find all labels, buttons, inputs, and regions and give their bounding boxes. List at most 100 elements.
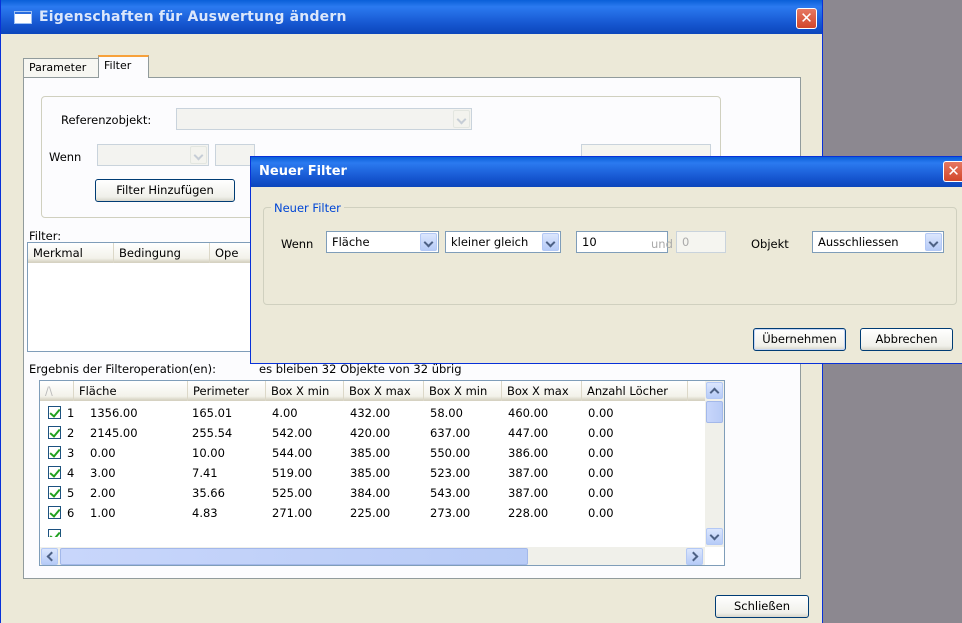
dialog-wenn-label: Wenn bbox=[281, 237, 314, 251]
value-input-2[interactable]: 0 bbox=[676, 231, 726, 253]
objekt-action-dropdown[interactable]: Ausschliessen bbox=[812, 231, 944, 253]
dialog-title: Neuer Filter bbox=[259, 164, 347, 179]
cell-flaeche: 2145.00 bbox=[90, 426, 138, 440]
dialog-title-bar: Neuer Filter ✕ bbox=[251, 157, 962, 187]
row-checkbox[interactable] bbox=[48, 446, 61, 459]
cell-c1: 542.00 bbox=[272, 426, 313, 440]
cell-c3: 543.00 bbox=[430, 486, 471, 500]
cell-c1: 525.00 bbox=[272, 486, 313, 500]
merkmal-dropdown[interactable]: Fläche bbox=[326, 231, 439, 253]
bedingung-value: kleiner gleich bbox=[451, 235, 529, 249]
row-checkbox[interactable] bbox=[48, 406, 61, 419]
column-box-x-max[interactable]: Box X max bbox=[344, 381, 424, 401]
row-checkbox[interactable] bbox=[48, 466, 61, 479]
column-perimeter[interactable]: Perimeter bbox=[188, 381, 266, 401]
chevron-down-icon bbox=[420, 233, 437, 251]
reference-object-select[interactable] bbox=[176, 108, 472, 130]
horizontal-scrollbar[interactable] bbox=[40, 547, 705, 565]
row-id: 6 bbox=[67, 506, 75, 520]
cell-perimeter: 165.01 bbox=[192, 406, 233, 420]
scroll-right-icon[interactable] bbox=[686, 548, 703, 565]
table-row[interactable]: 4 3.00 7.41 519.00 385.00 523.00 387.00 0.00 bbox=[40, 463, 724, 483]
cell-perimeter: 35.66 bbox=[192, 486, 225, 500]
cell-c2: 385.00 bbox=[350, 446, 391, 460]
cell-c2: 420.00 bbox=[350, 426, 391, 440]
column-sort[interactable]: /\ bbox=[40, 381, 74, 401]
add-filter-button[interactable]: Filter Hinzufügen bbox=[95, 179, 235, 202]
cell-c2: 432.00 bbox=[350, 406, 391, 420]
close-button[interactable]: Schließen bbox=[715, 595, 809, 618]
chevron-down-icon bbox=[542, 233, 559, 251]
new-filter-group-label: Neuer Filter bbox=[271, 201, 344, 215]
apply-button[interactable]: Übernehmen bbox=[753, 328, 846, 351]
cell-c2: 225.00 bbox=[350, 506, 391, 520]
table-row[interactable]: 2 2145.00 255.54 542.00 420.00 637.00 447.00 0.… bbox=[40, 423, 724, 443]
merkmal-select[interactable] bbox=[97, 144, 209, 166]
chevron-down-icon bbox=[453, 110, 470, 128]
cell-perimeter: 255.54 bbox=[192, 426, 233, 440]
bedingung-dropdown[interactable]: kleiner gleich bbox=[445, 231, 561, 253]
column-box-x-min[interactable]: Box X min bbox=[266, 381, 344, 401]
cell-c5: 0.00 bbox=[588, 406, 614, 420]
horizontal-scroll-thumb[interactable] bbox=[60, 548, 528, 565]
chevron-down-icon bbox=[925, 233, 942, 251]
column-box-x-max-2[interactable]: Box X max bbox=[502, 381, 582, 401]
cell-perimeter: 7.41 bbox=[192, 466, 218, 480]
cell-c1: 4.00 bbox=[272, 406, 298, 420]
cell-perimeter: 4.83 bbox=[192, 506, 218, 520]
tab-parameter[interactable]: Parameter bbox=[23, 58, 99, 77]
cell-c1: 544.00 bbox=[272, 446, 313, 460]
column-box-x-min-2[interactable]: Box X min bbox=[424, 381, 502, 401]
cell-flaeche: 2.00 bbox=[90, 486, 116, 500]
table-row[interactable]: 6 1.00 4.83 271.00 225.00 273.00 228.00 0.00 bbox=[40, 503, 724, 523]
vertical-scrollbar[interactable] bbox=[705, 381, 724, 547]
table-row[interactable]: 3 0.00 10.00 544.00 385.00 550.00 386.00 0.00 bbox=[40, 443, 724, 463]
tab-filter[interactable]: Filter bbox=[98, 55, 149, 78]
result-summary: es bleiben 32 Objekte von 32 übrig bbox=[259, 362, 462, 376]
column-flaeche[interactable]: Fläche bbox=[74, 381, 188, 401]
result-table-header: /\ Fläche Perimeter Box X min Box X max … bbox=[40, 381, 724, 401]
window-icon bbox=[14, 11, 32, 24]
filter-list[interactable]: Merkmal Bedingung Ope bbox=[27, 242, 257, 352]
column-anzahl-loecher[interactable]: Anzahl Löcher bbox=[582, 381, 688, 401]
result-table[interactable]: /\ Fläche Perimeter Box X min Box X max … bbox=[39, 380, 725, 566]
scroll-left-icon[interactable] bbox=[41, 548, 58, 565]
bedingung-select[interactable] bbox=[215, 144, 255, 166]
scroll-up-icon[interactable] bbox=[706, 382, 723, 399]
merkmal-value: Fläche bbox=[332, 235, 370, 249]
cell-c1: 519.00 bbox=[272, 466, 313, 480]
cell-flaeche: 1.00 bbox=[90, 506, 116, 520]
close-icon[interactable]: ✕ bbox=[796, 8, 817, 29]
scroll-down-icon[interactable] bbox=[706, 528, 723, 545]
reference-object-label: Referenzobjekt: bbox=[61, 113, 152, 127]
vertical-scroll-thumb[interactable] bbox=[706, 401, 723, 423]
column-merkmal[interactable]: Merkmal bbox=[28, 243, 114, 263]
cell-c1: 271.00 bbox=[272, 506, 313, 520]
row-id: 4 bbox=[67, 466, 75, 480]
cancel-button[interactable]: Abbrechen bbox=[860, 328, 953, 351]
row-checkbox[interactable] bbox=[48, 426, 61, 439]
und-label: und bbox=[651, 237, 673, 251]
row-checkbox[interactable] bbox=[48, 506, 61, 519]
table-row[interactable]: 5 2.00 35.66 525.00 384.00 543.00 387.00 0.00 bbox=[40, 483, 724, 503]
chevron-down-icon bbox=[190, 146, 207, 164]
row-checkbox[interactable] bbox=[48, 529, 61, 537]
row-id: 3 bbox=[67, 446, 75, 460]
cell-c4: 386.00 bbox=[508, 446, 549, 460]
cell-c4: 228.00 bbox=[508, 506, 549, 520]
row-checkbox[interactable] bbox=[48, 486, 61, 499]
column-bedingung[interactable]: Bedingung bbox=[114, 243, 210, 263]
table-row-partial bbox=[40, 527, 724, 537]
cell-c3: 523.00 bbox=[430, 466, 471, 480]
dialog-close-icon[interactable]: ✕ bbox=[943, 161, 962, 182]
cell-flaeche: 0.00 bbox=[90, 446, 116, 460]
row-id: 5 bbox=[67, 486, 75, 500]
cell-flaeche: 3.00 bbox=[90, 466, 116, 480]
result-label: Ergebnis der Filteroperation(en): bbox=[29, 362, 217, 376]
cell-c3: 550.00 bbox=[430, 446, 471, 460]
window-title: Eigenschaften für Auswertung ändern bbox=[39, 9, 347, 25]
cell-c3: 273.00 bbox=[430, 506, 471, 520]
new-filter-group bbox=[263, 207, 957, 305]
table-row[interactable]: 1 1356.00 165.01 4.00 432.00 58.00 460.00 0.00 bbox=[40, 403, 724, 423]
cell-perimeter: 10.00 bbox=[192, 446, 225, 460]
